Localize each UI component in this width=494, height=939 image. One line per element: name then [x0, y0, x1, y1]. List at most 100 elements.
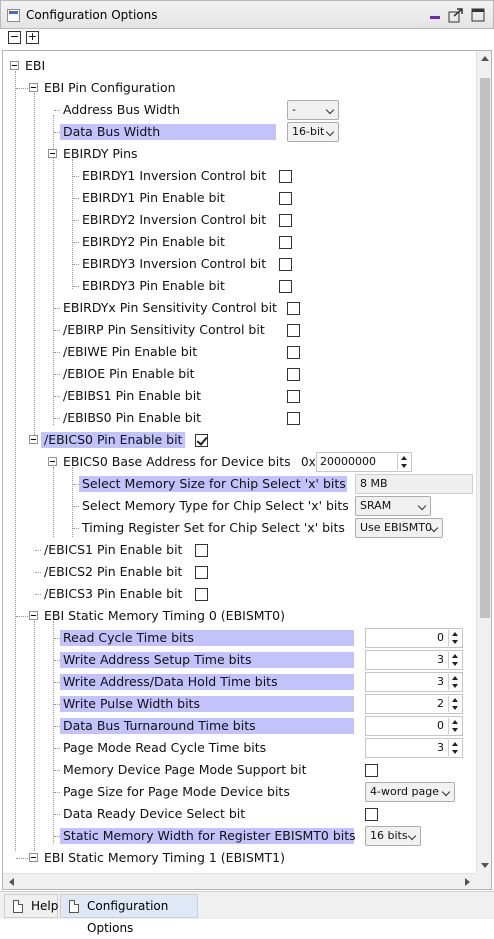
config-tree-panel: EBI EBI Pin Configuration Address Bus Wi… — [2, 50, 492, 890]
ebics2-en-checkbox[interactable] — [195, 566, 208, 579]
read-cycle-spinner[interactable]: 0 — [365, 628, 463, 648]
tree-item-timing-reg: Timing Register Set for Chip Select 'x' … — [3, 517, 491, 539]
ebics1-en-checkbox[interactable] — [195, 544, 208, 557]
scroll-right-icon[interactable] — [465, 878, 470, 886]
tab-help[interactable]: Help — [4, 894, 58, 918]
tree-node-smt0[interactable]: EBI Static Memory Timing 0 (EBISMT0) — [3, 605, 491, 627]
tree-item-ebirdy1-en: EBIRDY1 Pin Enable bit — [3, 187, 491, 209]
window-icon — [7, 9, 20, 22]
tree-item-data-bus-width: Data Bus Width 16-bit — [3, 121, 491, 143]
title-bar: Configuration Options — [0, 0, 494, 29]
scroll-thumb[interactable] — [480, 78, 490, 618]
ebirdy1-inv-checkbox[interactable] — [279, 170, 292, 183]
ebirdy2-en-checkbox[interactable] — [279, 236, 292, 249]
page-read-spinner[interactable]: 3 — [365, 738, 463, 758]
tree-item-mem-type: Select Memory Type for Chip Select 'x' b… — [3, 495, 491, 517]
tree-item-ebics3-en: /EBICS3 Pin Enable bit — [3, 583, 491, 605]
tree-item-address-bus-width: Address Bus Width - — [3, 99, 491, 121]
maximize-icon[interactable] — [469, 7, 487, 25]
tree-node-pin-config[interactable]: EBI Pin Configuration — [3, 77, 491, 99]
collapse-toggle-icon[interactable] — [29, 435, 38, 444]
tree-item-ebirdy1-inv: EBIRDY1 Inversion Control bit — [3, 165, 491, 187]
collapse-toggle-icon[interactable] — [29, 83, 38, 92]
toolbar: − + — [0, 29, 494, 49]
tree-item-page-mode-support: Memory Device Page Mode Support bit — [3, 759, 491, 781]
collapse-toggle-icon[interactable] — [48, 457, 57, 466]
tree-item-ebiwe-en: /EBIWE Pin Enable bit — [3, 341, 491, 363]
tab-configuration-options[interactable]: Configuration Options — [60, 894, 198, 935]
expand-all-button[interactable]: + — [26, 31, 39, 44]
tree-node-ebirdy-pins[interactable]: EBIRDY Pins — [3, 143, 491, 165]
horizontal-scrollbar[interactable] — [3, 873, 476, 889]
tree-item-read-cycle: Read Cycle Time bits 0 — [3, 627, 491, 649]
mem-type-select[interactable]: SRAM — [355, 496, 431, 516]
collapse-toggle-icon[interactable] — [48, 149, 57, 158]
tree-item-ebirp-sens: /EBIRP Pin Sensitivity Control bit — [3, 319, 491, 341]
tree-item-ebibs0-en: /EBIBS0 Pin Enable bit — [3, 407, 491, 429]
export-icon[interactable] — [447, 7, 465, 25]
node-label: EBI Pin Configuration — [44, 80, 176, 95]
window-title: Configuration Options — [26, 8, 158, 22]
page-size-select[interactable]: 4-word page — [365, 782, 455, 802]
tree-item-page-size: Page Size for Page Mode Device bits 4-wo… — [3, 781, 491, 803]
spinner-icon[interactable] — [397, 454, 410, 470]
write-addr-hold-spinner[interactable]: 3 — [365, 672, 463, 692]
write-addr-setup-spinner[interactable]: 3 — [365, 650, 463, 670]
ebiwe-en-checkbox[interactable] — [287, 346, 300, 359]
data-ready-checkbox[interactable] — [365, 808, 378, 821]
page-mode-support-checkbox[interactable] — [365, 764, 378, 777]
tree-item-static-width: Static Memory Width for Register EBISMT0… — [3, 825, 491, 847]
tree-node-smt1[interactable]: EBI Static Memory Timing 1 (EBISMT1) — [3, 847, 491, 869]
tree-item-ebirdyx-sens: EBIRDYx Pin Sensitivity Control bit — [3, 297, 491, 319]
tree-item-ebirdy2-inv: EBIRDY2 Inversion Control bit — [3, 209, 491, 231]
collapse-toggle-icon[interactable] — [29, 611, 38, 620]
timing-reg-select[interactable]: Use EBISMT0 — [355, 518, 443, 538]
tree-item-data-ready: Data Ready Device Select bit — [3, 803, 491, 825]
tree-item-mem-size: Select Memory Size for Chip Select 'x' b… — [3, 473, 491, 495]
collapse-all-button[interactable]: − — [8, 31, 21, 44]
document-icon — [13, 900, 23, 913]
scroll-up-icon[interactable] — [481, 56, 489, 61]
tree-item-ebics2-en: /EBICS2 Pin Enable bit — [3, 561, 491, 583]
tree-item-ebirdy2-en: EBIRDY2 Pin Enable bit — [3, 231, 491, 253]
address-bus-width-select[interactable]: - — [287, 100, 339, 120]
ebirdyx-sens-checkbox[interactable] — [287, 302, 300, 315]
collapse-toggle-icon[interactable] — [29, 853, 38, 862]
static-width-select[interactable]: 16 bits — [365, 826, 421, 846]
mem-size-readonly-field: 8 MB — [355, 474, 473, 494]
data-bus-turn-spinner[interactable]: 0 — [365, 716, 463, 736]
tree-item-write-addr-hold: Write Address/Data Hold Time bits 3 — [3, 671, 491, 693]
ebics0-en-checkbox[interactable] — [195, 434, 208, 447]
scroll-left-icon[interactable] — [9, 878, 14, 886]
ebibs1-en-checkbox[interactable] — [287, 390, 300, 403]
tree-item-write-addr-setup: Write Address Setup Time bits 3 — [3, 649, 491, 671]
tree-item-ebics1-en: /EBICS1 Pin Enable bit — [3, 539, 491, 561]
tree-node-ebics0[interactable]: /EBICS0 Pin Enable bit — [3, 429, 491, 451]
bottom-tab-bar: Help Configuration Options — [0, 891, 494, 935]
minimize-icon[interactable] — [426, 7, 444, 25]
ebirdy3-en-checkbox[interactable] — [279, 280, 292, 293]
ebics0-base-address-input[interactable]: 20000000 — [316, 452, 412, 472]
tree-item-page-read: Page Mode Read Cycle Time bits 3 — [3, 737, 491, 759]
collapse-toggle-icon[interactable] — [10, 61, 19, 70]
scroll-down-icon[interactable] — [481, 863, 489, 868]
tree-node-ebi[interactable]: EBI — [3, 55, 491, 77]
tree-node-ebics0-base[interactable]: EBICS0 Base Address for Device bits 0x 2… — [3, 451, 491, 473]
ebirdy1-en-checkbox[interactable] — [279, 192, 292, 205]
tree-item-write-pulse: Write Pulse Width bits 2 — [3, 693, 491, 715]
tree-item-ebirdy3-inv: EBIRDY3 Inversion Control bit — [3, 253, 491, 275]
write-pulse-spinner[interactable]: 2 — [365, 694, 463, 714]
document-icon — [69, 900, 79, 913]
ebirdy3-inv-checkbox[interactable] — [279, 258, 292, 271]
tree-item-ebibs1-en: /EBIBS1 Pin Enable bit — [3, 385, 491, 407]
vertical-scrollbar[interactable] — [476, 51, 491, 873]
ebics3-en-checkbox[interactable] — [195, 588, 208, 601]
ebibs0-en-checkbox[interactable] — [287, 412, 300, 425]
tree-item-data-bus-turn: Data Bus Turnaround Time bits 0 — [3, 715, 491, 737]
ebirdy2-inv-checkbox[interactable] — [279, 214, 292, 227]
tree-item-ebirdy3-en: EBIRDY3 Pin Enable bit — [3, 275, 491, 297]
ebirp-sens-checkbox[interactable] — [287, 324, 300, 337]
data-bus-width-select[interactable]: 16-bit — [287, 122, 339, 142]
tree-item-ebioe-en: /EBIOE Pin Enable bit — [3, 363, 491, 385]
ebioe-en-checkbox[interactable] — [287, 368, 300, 381]
